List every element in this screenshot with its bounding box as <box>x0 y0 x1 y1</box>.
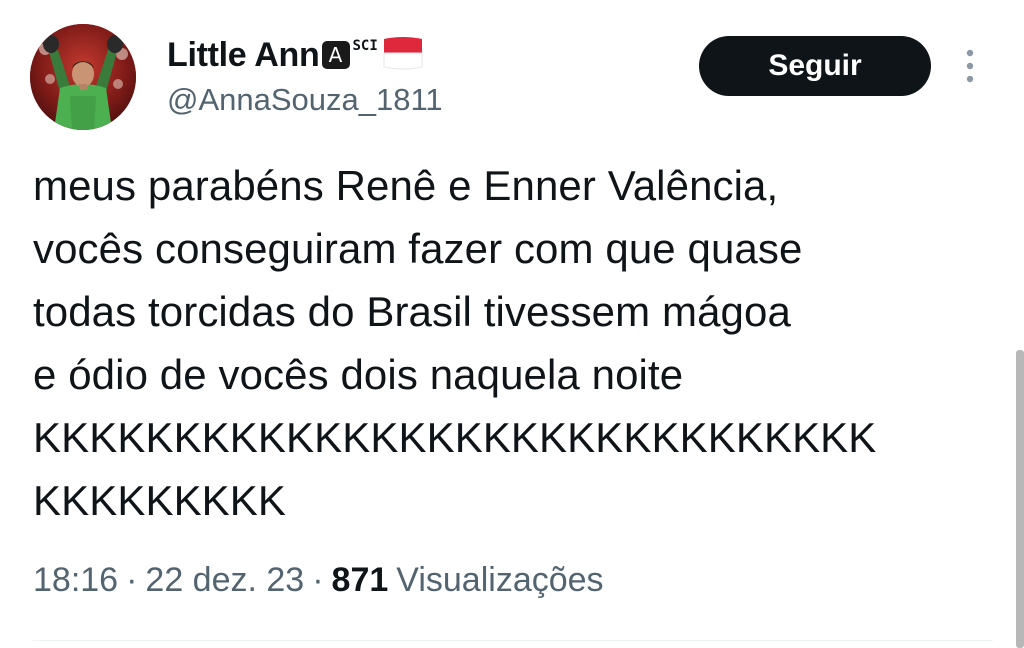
tweet-meta: 18:16 · 22 dez. 23 · 871 Visualizações <box>33 561 604 600</box>
avatar[interactable] <box>30 24 136 130</box>
scrollbar[interactable] <box>1016 350 1024 648</box>
tweet-card: Little Ann A SCI @AnnaSouza_1811 Seguir … <box>0 0 1024 648</box>
goalkeeper-avatar-image <box>30 24 136 130</box>
divider <box>33 640 993 641</box>
views-label[interactable]: Visualizações <box>396 561 603 600</box>
views-count[interactable]: 871 <box>332 561 389 600</box>
letter-a-badge-icon: A <box>321 41 350 69</box>
tweet-date[interactable]: 22 dez. 23 <box>145 561 304 600</box>
badge-suffix: SCI <box>352 38 378 54</box>
follow-button[interactable]: Seguir <box>699 36 931 96</box>
display-name[interactable]: Little Ann <box>167 36 320 75</box>
indonesia-flag-icon <box>380 36 426 75</box>
meta-separator: · <box>312 561 324 599</box>
user-name-row: Little Ann A SCI <box>167 30 426 80</box>
more-vertical-icon[interactable] <box>960 46 980 86</box>
tweet-time[interactable]: 18:16 <box>33 561 118 600</box>
user-handle[interactable]: @AnnaSouza_1811 <box>167 82 443 118</box>
tweet-text: meus parabéns Renê e Enner Valência, voc… <box>33 162 877 524</box>
meta-separator: · <box>126 561 138 599</box>
